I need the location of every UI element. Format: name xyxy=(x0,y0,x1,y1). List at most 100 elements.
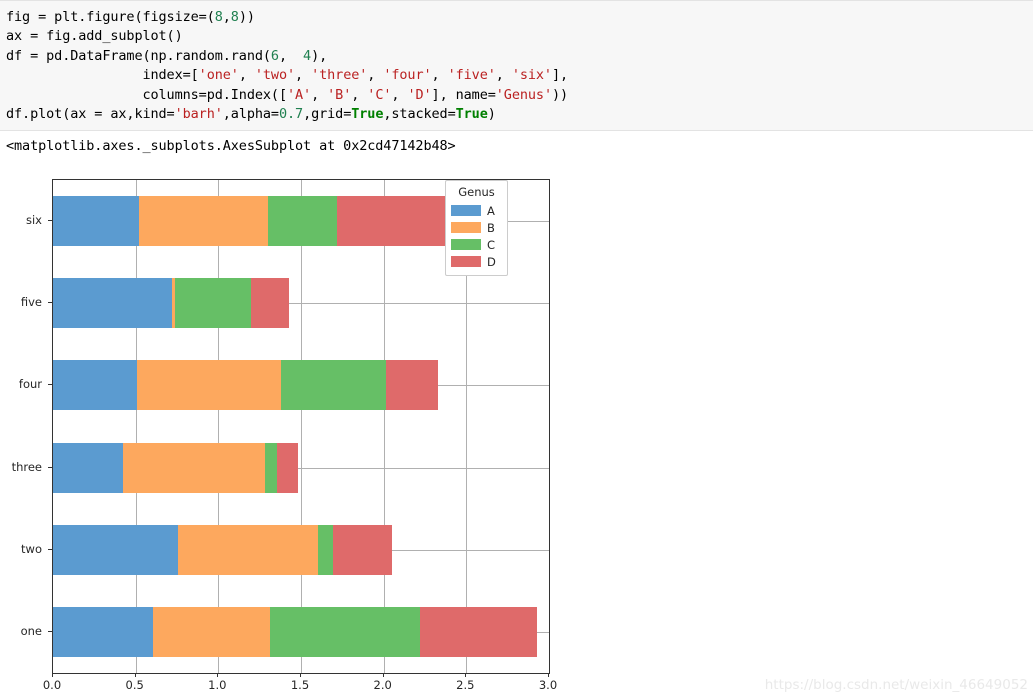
legend-label: C xyxy=(487,237,496,252)
watermark-text: https://blog.csdn.net/weixin_46649052 xyxy=(764,677,1028,693)
y-tick-mark xyxy=(48,548,52,550)
x-tick-mark xyxy=(465,673,467,677)
cell-output-repr: <matplotlib.axes._subplots.AxesSubplot a… xyxy=(6,138,456,154)
x-tick-label: 0.0 xyxy=(42,678,62,692)
code-token: , xyxy=(295,67,312,84)
bar-segment xyxy=(269,606,420,657)
code-token: )) xyxy=(238,9,255,25)
legend-entry: B xyxy=(451,219,502,236)
code-token: 'C' xyxy=(367,86,392,103)
bar-segment xyxy=(264,442,277,493)
code-token: 'one' xyxy=(198,67,239,84)
legend-entry: D xyxy=(451,253,502,270)
code-token: 'five' xyxy=(447,67,496,84)
bar-segment xyxy=(385,360,439,411)
code-token: , xyxy=(278,47,304,64)
bar-group xyxy=(53,360,549,411)
code-token: ,alpha= xyxy=(222,106,279,123)
code-token: ) xyxy=(487,106,496,123)
code-token: ,stacked= xyxy=(383,106,456,123)
bar-group xyxy=(53,524,549,575)
bar-segment xyxy=(53,278,172,329)
bar-segment xyxy=(53,606,153,657)
code-token: True xyxy=(351,106,384,123)
legend-label: A xyxy=(487,203,495,218)
legend-label: D xyxy=(487,254,496,269)
y-tick-mark xyxy=(48,630,52,632)
bar-segment xyxy=(280,360,386,411)
y-tick-label: one xyxy=(20,623,42,638)
bar-segment xyxy=(419,606,537,657)
x-tick-label: 1.5 xyxy=(290,678,310,692)
chart-legend: Genus ABCD xyxy=(445,180,508,276)
code-token: 'four' xyxy=(383,67,432,84)
x-tick-mark xyxy=(134,673,136,677)
x-tick-label: 2.0 xyxy=(373,678,392,692)
code-token: 'A' xyxy=(286,86,312,103)
legend-label: B xyxy=(487,220,495,235)
x-tick-label: 0.5 xyxy=(125,678,144,692)
bar-segment xyxy=(53,196,139,247)
y-tick-mark xyxy=(48,302,52,304)
x-tick-mark xyxy=(300,673,301,677)
code-token: fig = plt.figure(figsize= xyxy=(6,9,207,25)
code-token: True xyxy=(455,106,488,123)
bar-segment xyxy=(122,442,265,493)
code-token: df.plot(ax = ax,kind= xyxy=(6,106,175,123)
y-tick-mark xyxy=(48,466,52,468)
code-token: 4 xyxy=(303,47,312,64)
code-token: 'B' xyxy=(327,86,352,103)
code-token: 0.7 xyxy=(278,106,304,123)
bar-segment xyxy=(336,196,454,247)
y-tick-label: five xyxy=(20,295,42,310)
legend-swatch xyxy=(451,222,481,233)
bar-segment xyxy=(152,606,270,657)
code-token: df = pd.DataFrame(np.random.rand( xyxy=(6,47,271,64)
code-token: , xyxy=(495,67,512,84)
bar-group xyxy=(53,442,549,493)
code-token: 'six' xyxy=(511,67,552,84)
code-token: , xyxy=(238,67,255,84)
bar-segment xyxy=(53,442,123,493)
code-token: , xyxy=(222,9,231,25)
code-token: 8 xyxy=(214,9,223,25)
notebook-code-cell[interactable]: fig = plt.figure(figsize=(8,8)) ax = fig… xyxy=(0,0,1033,131)
code-token: columns=pd.Index([ xyxy=(6,86,287,103)
code-token: ], name= xyxy=(431,86,496,103)
code-source[interactable]: fig = plt.figure(figsize=(8,8)) ax = fig… xyxy=(0,1,1033,124)
code-token: )) xyxy=(551,86,569,103)
bar-group xyxy=(53,606,549,657)
legend-title: Genus xyxy=(458,185,495,199)
gridline-vertical xyxy=(301,180,302,673)
x-tick-label: 3.0 xyxy=(538,678,558,692)
gridline-vertical xyxy=(383,180,385,673)
gridline-vertical xyxy=(135,180,137,673)
x-tick-label: 2.5 xyxy=(456,678,475,692)
code-token: ,grid= xyxy=(303,106,352,123)
code-token: ), xyxy=(311,47,328,64)
code-token: , xyxy=(391,86,408,103)
bar-segment xyxy=(175,278,252,329)
y-tick-label: three xyxy=(11,459,42,474)
matplotlib-figure: Genus ABCD six five four three two one 0.0 0.5 1… xyxy=(0,166,600,696)
code-token: , xyxy=(351,86,368,103)
bar-segment xyxy=(276,442,299,493)
bar-segment xyxy=(136,360,281,411)
legend-entry: C xyxy=(451,236,502,253)
code-token: , xyxy=(311,86,328,103)
legend-swatch xyxy=(451,256,481,267)
code-token: ax = fig.add_subplot() xyxy=(6,28,183,45)
code-token: ( xyxy=(206,9,215,25)
gridline-vertical xyxy=(218,180,220,673)
code-token: 'three' xyxy=(311,67,368,84)
x-tick-label: 1.0 xyxy=(208,678,227,692)
bar-segment xyxy=(317,524,333,575)
y-tick-label: four xyxy=(18,377,42,392)
bar-segment xyxy=(53,360,137,411)
code-token: 'D' xyxy=(407,86,432,103)
legend-entries: ABCD xyxy=(451,202,502,270)
code-token: ], xyxy=(551,67,569,84)
code-token: , xyxy=(367,67,384,84)
legend-swatch xyxy=(451,205,481,216)
y-tick-label: two xyxy=(21,541,42,556)
